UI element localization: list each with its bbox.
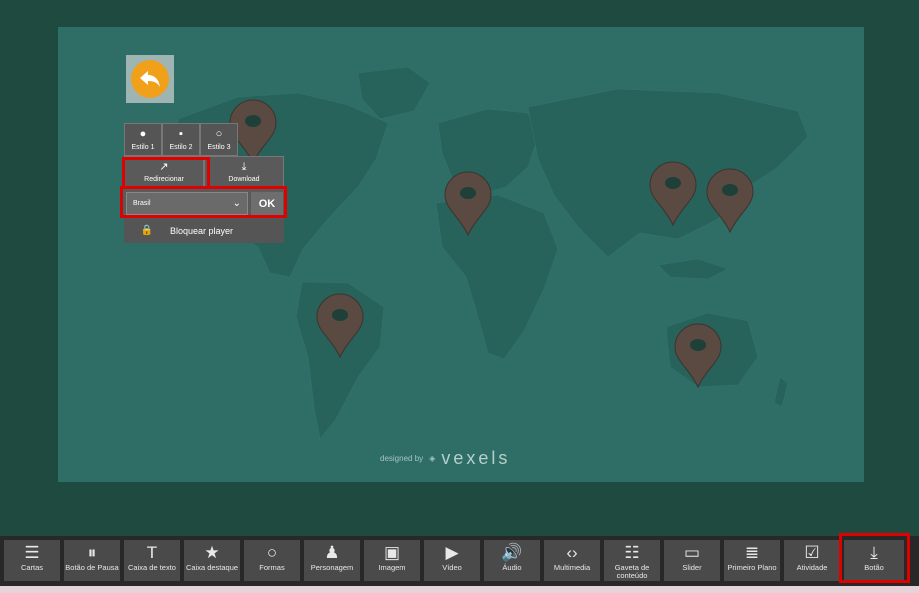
style-option-2[interactable]: ▪ Estilo 2 bbox=[162, 123, 200, 156]
style-option-label: Estilo 3 bbox=[207, 143, 231, 151]
continent-new-zealand bbox=[773, 376, 789, 408]
player-settings-panel: ● Estilo 1 ▪ Estilo 2 ○ Estilo 3 ↗ Redir… bbox=[124, 123, 284, 243]
cards-icon: ☰ bbox=[24, 543, 40, 562]
star-icon: ★ bbox=[204, 543, 220, 562]
toolbar-item-label: Botão de Pausa bbox=[65, 563, 119, 572]
drawer-icon: ☷ bbox=[624, 543, 640, 562]
toolbar-item-label: Caixa de texto bbox=[128, 563, 176, 572]
pin-hole bbox=[332, 309, 348, 321]
toolbar-item-label: Vídeo bbox=[442, 563, 462, 572]
text-icon: T bbox=[146, 543, 158, 562]
style-option-label: Estilo 1 bbox=[131, 143, 155, 151]
toolbar-item-button-download[interactable]: ⤓ Botão bbox=[844, 540, 904, 581]
continent-africa bbox=[435, 194, 559, 360]
redirect-button[interactable]: ↗ Redirecionar bbox=[124, 156, 204, 189]
button-download-icon: ⤓ bbox=[870, 543, 878, 562]
toolbar-item-drawer[interactable]: ☷ Gaveta de conteúdo bbox=[604, 540, 660, 581]
toolbar-item-slider[interactable]: ▭ Slider bbox=[664, 540, 720, 581]
character-icon: ♟ bbox=[324, 543, 340, 562]
lock-player-button[interactable]: 🔒 Bloquear player bbox=[124, 218, 284, 243]
toolbar-item-audio[interactable]: 🔊 Áudio bbox=[484, 540, 540, 581]
world-map bbox=[175, 66, 809, 440]
country-select-row: Brasil ⌄ OK bbox=[124, 189, 284, 218]
toolbar-item-label: Primeiro Plano bbox=[727, 563, 777, 572]
pin-hole bbox=[722, 184, 738, 196]
ok-button[interactable]: OK bbox=[251, 192, 283, 215]
outline-circle-icon: ○ bbox=[215, 127, 223, 140]
toolbar-item-shape-circle[interactable]: ○ Formas bbox=[244, 540, 300, 581]
chevron-down-icon: ⌄ bbox=[232, 198, 241, 209]
foreground-icon: ≣ bbox=[744, 543, 760, 562]
download-button[interactable]: ⤓ Download bbox=[204, 156, 284, 189]
toolbar-item-label: Formas bbox=[259, 563, 285, 572]
bottom-strip bbox=[0, 586, 919, 593]
continent-indonesia bbox=[657, 258, 729, 280]
vexels-credit: designed by ◈ vexels bbox=[380, 448, 510, 469]
shape-circle-icon: ○ bbox=[266, 543, 278, 562]
reply-arrow-icon bbox=[131, 60, 169, 98]
toolbar-item-label: Caixa destaque bbox=[185, 563, 239, 572]
toolbar-item-checklist[interactable]: ☑ Atividade bbox=[784, 540, 840, 581]
map-stage: designed by ◈ vexels bbox=[58, 27, 864, 482]
slider-icon: ▭ bbox=[683, 543, 701, 562]
style-option-label: Estilo 2 bbox=[169, 143, 193, 151]
toolbar-item-image[interactable]: ▣ Imagem bbox=[364, 540, 420, 581]
toolbar-item-label: Botão bbox=[864, 563, 884, 572]
toolbar-item-character[interactable]: ♟ Personagem bbox=[304, 540, 360, 581]
style-option-3[interactable]: ○ Estilo 3 bbox=[200, 123, 238, 156]
small-square-icon: ▪ bbox=[179, 127, 183, 140]
toolbar-item-star[interactable]: ★ Caixa destaque bbox=[184, 540, 240, 581]
checklist-icon: ☑ bbox=[804, 543, 820, 562]
image-icon: ▣ bbox=[383, 543, 401, 562]
country-select[interactable]: Brasil ⌄ bbox=[126, 192, 248, 215]
download-label: Download bbox=[228, 176, 260, 183]
pin-hole bbox=[665, 177, 681, 189]
toolbar-item-label: Personagem bbox=[310, 563, 354, 572]
player-actions: ↗ Redirecionar ⤓ Download bbox=[124, 156, 284, 189]
lock-icon: 🔒 bbox=[140, 225, 154, 236]
lock-player-label: Bloquear player bbox=[170, 225, 234, 236]
continent-greenland bbox=[357, 66, 431, 120]
toolbar-item-label: Atividade bbox=[796, 563, 828, 572]
country-select-value: Brasil bbox=[133, 200, 151, 207]
external-link-icon: ↗ bbox=[159, 161, 169, 173]
vexels-brand: vexels bbox=[441, 448, 511, 468]
style-options: ● Estilo 1 ▪ Estilo 2 ○ Estilo 3 bbox=[124, 123, 284, 156]
toolbar-item-cards[interactable]: ☰ Cartas bbox=[4, 540, 60, 581]
component-toolbar: ☰ Cartas ⏸ Botão de Pausa T Caixa de texto ★ Ca… bbox=[0, 536, 919, 586]
toolbar-item-label: Áudio bbox=[502, 563, 522, 572]
toolbar-item-label: Cartas bbox=[20, 563, 44, 572]
style-option-1[interactable]: ● Estilo 1 bbox=[124, 123, 162, 156]
back-button[interactable] bbox=[126, 55, 174, 103]
toolbar-item-label: Slider bbox=[682, 563, 702, 572]
designed-by-text: designed by bbox=[380, 454, 424, 463]
toolbar-item-foreground[interactable]: ≣ Primeiro Plano bbox=[724, 540, 780, 581]
code-icon: ‹› bbox=[566, 543, 578, 562]
map-pin[interactable] bbox=[706, 168, 754, 234]
pin-hole bbox=[690, 339, 706, 351]
toolbar-item-video[interactable]: ▶ Vídeo bbox=[424, 540, 480, 581]
video-icon: ▶ bbox=[445, 543, 459, 562]
toolbar-item-label: Gaveta de conteúdo bbox=[614, 563, 650, 580]
toolbar-item-pause[interactable]: ⏸ Botão de Pausa bbox=[64, 540, 120, 581]
toolbar-item-label: Imagem bbox=[378, 563, 406, 572]
toolbar-item-label: Multimedia bbox=[553, 563, 591, 572]
toolbar-item-text[interactable]: T Caixa de texto bbox=[124, 540, 180, 581]
vexels-logo-icon: ◈ bbox=[429, 454, 436, 463]
filled-circle-icon: ● bbox=[139, 127, 147, 140]
pin-hole bbox=[460, 187, 476, 199]
pause-icon: ⏸ bbox=[87, 543, 97, 562]
download-icon: ⤓ bbox=[241, 161, 247, 173]
toolbar-item-code[interactable]: ‹› Multimedia bbox=[544, 540, 600, 581]
audio-icon: 🔊 bbox=[501, 543, 523, 562]
redirect-label: Redirecionar bbox=[144, 176, 184, 183]
